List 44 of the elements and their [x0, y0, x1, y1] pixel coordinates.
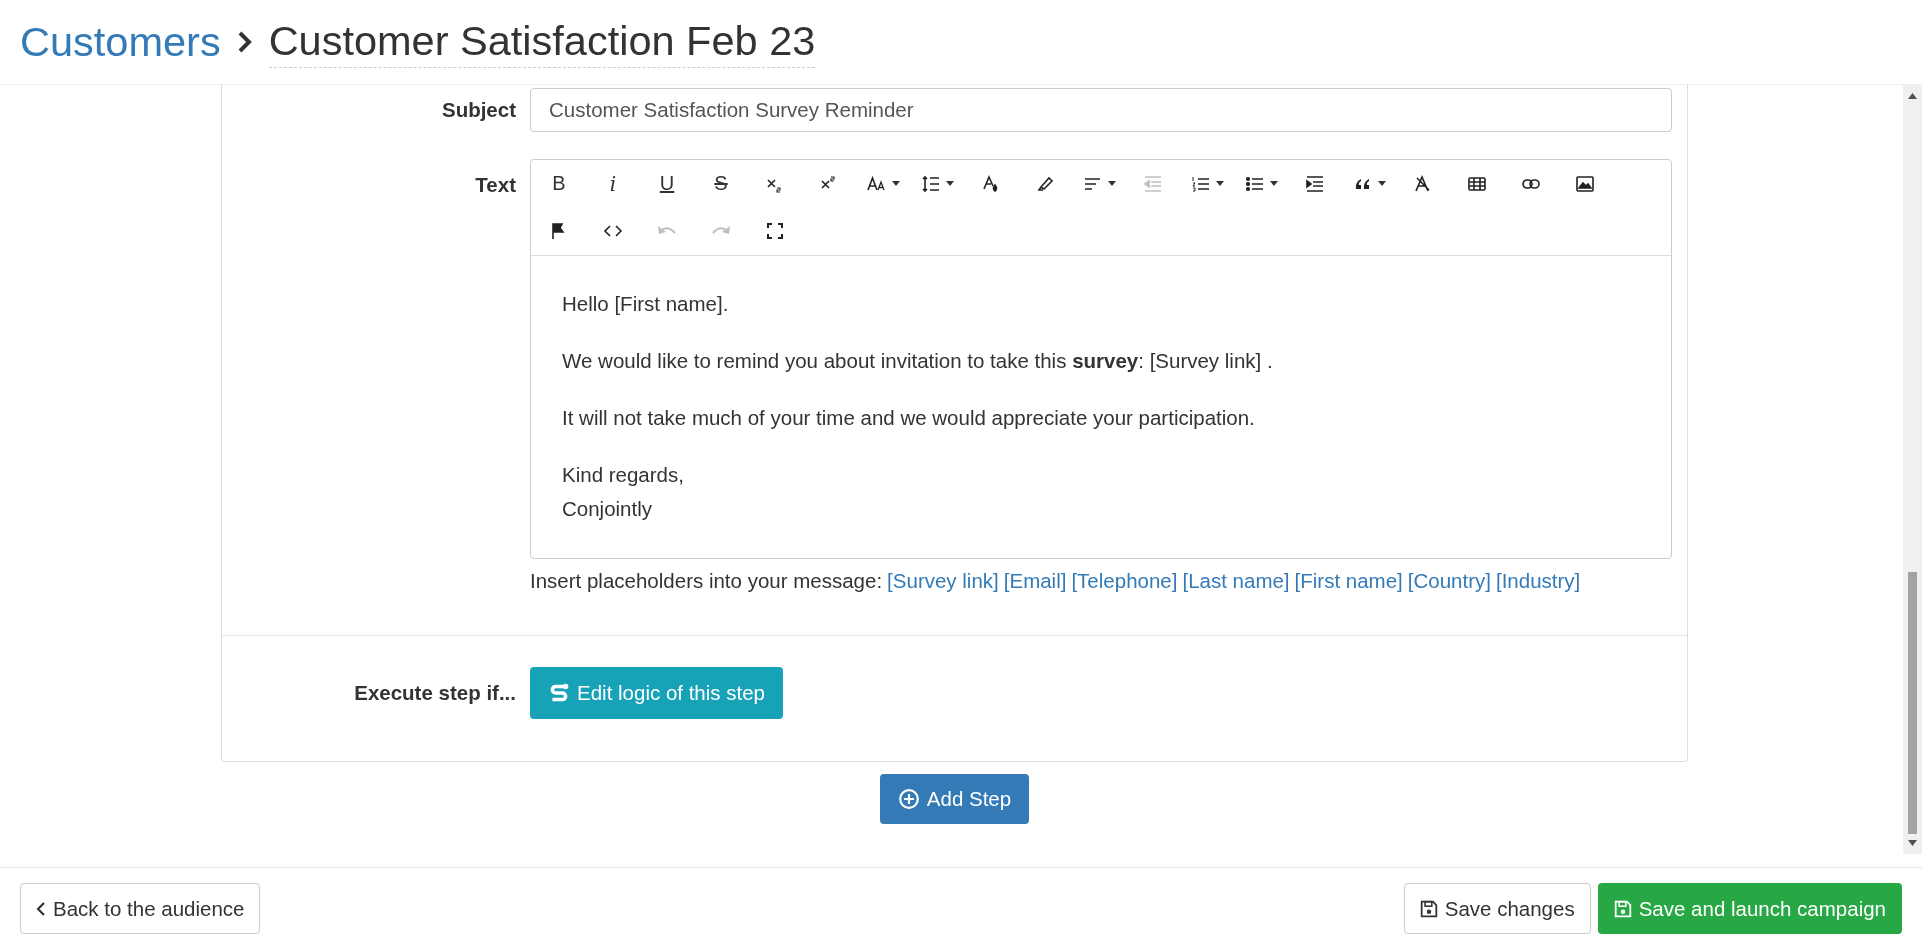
chevron-right-icon [236, 30, 253, 54]
back-button[interactable]: Back to the audience [20, 883, 261, 934]
chevron-left-icon [36, 900, 46, 917]
placeholder-link[interactable]: [Last name] [1182, 564, 1290, 598]
save-and-launch-button[interactable]: Save and launch campaign [1597, 883, 1902, 934]
caret-icon [1107, 181, 1116, 186]
bold-button[interactable]: B [532, 163, 586, 204]
breadcrumb-link[interactable]: Customers [20, 18, 221, 66]
edit-logic-button[interactable]: Edit logic of this step [530, 667, 783, 719]
placeholder-link[interactable]: [Telephone] [1071, 564, 1178, 598]
save-changes-button[interactable]: Save changes [1403, 883, 1591, 934]
caret-icon [945, 181, 954, 186]
italic-button[interactable]: i [586, 163, 640, 204]
field-label: Execute step if... [353, 681, 517, 705]
message-text: Conjointly [562, 496, 653, 522]
strikethrough-button[interactable]: S [694, 163, 748, 204]
field-label: Subject [440, 98, 517, 122]
placeholder-hint: Insert placeholders into your message: [530, 568, 883, 594]
save-icon [1419, 899, 1438, 918]
route-icon [548, 682, 570, 704]
caret-icon [891, 181, 900, 186]
placeholder-link[interactable]: [Country] [1407, 564, 1491, 598]
underline-button[interactable]: U [640, 163, 694, 204]
scroll-up-icon[interactable] [1908, 93, 1917, 99]
placeholder-link[interactable]: [Survey link] [887, 564, 999, 598]
scrollbar[interactable] [1903, 85, 1922, 854]
field-label: Text [474, 172, 517, 198]
save-icon [1613, 899, 1632, 918]
plus-circle-icon [897, 788, 920, 810]
message-text: We would like to remind you about invitation to take this survey: [Survey link] . [562, 348, 1273, 374]
caret-icon [1215, 181, 1224, 186]
subject-field[interactable]: Customer Satisfaction Survey Reminder [530, 88, 1672, 132]
add-step-button[interactable]: Add Step [879, 774, 1030, 824]
message-text: It will not take much of your time and we would appreciate your participation. [562, 405, 1255, 431]
caret-icon [1377, 181, 1386, 186]
caret-icon [1269, 181, 1278, 186]
message-text: Kind regards, [562, 462, 684, 488]
placeholder-link[interactable]: [First name] [1294, 564, 1403, 598]
placeholder-link[interactable]: [Email] [1003, 564, 1067, 598]
scrollbar-thumb[interactable] [1908, 572, 1917, 834]
placeholder-link[interactable]: [Industry] [1495, 564, 1581, 598]
scroll-down-icon[interactable] [1908, 840, 1917, 846]
message-text: Hello [First name]. [562, 291, 729, 317]
page-title[interactable]: Customer Satisfaction Feb 23 [268, 16, 816, 68]
